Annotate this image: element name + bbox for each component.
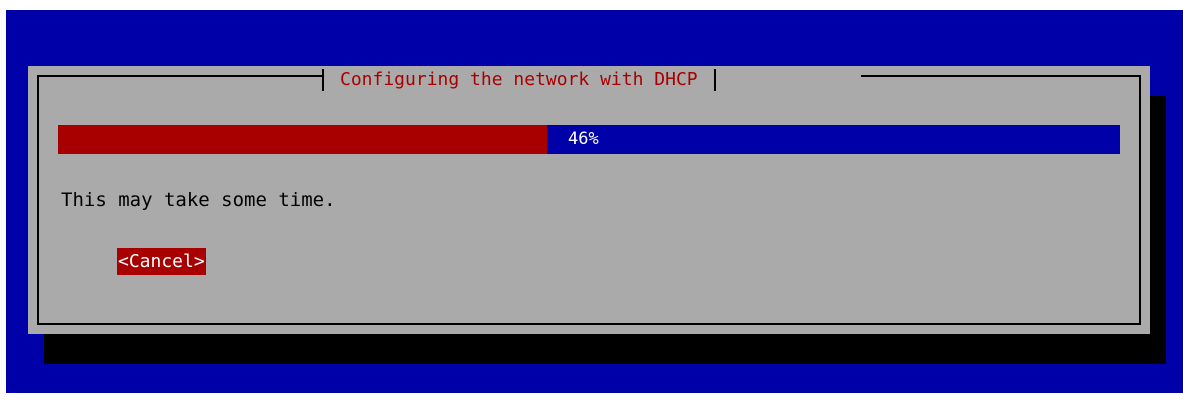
progress-bar-fill [58, 125, 547, 154]
dhcp-configuration-dialog: Configuring the network with DHCP 46% Th… [28, 66, 1150, 334]
cancel-button[interactable]: <Cancel> [117, 248, 206, 275]
status-message: This may take some time. [61, 189, 336, 211]
dialog-title-bar: Configuring the network with DHCP [322, 66, 716, 94]
title-right-tick [713, 69, 716, 91]
dialog-title: Configuring the network with DHCP [340, 69, 698, 90]
dialog-frame-top-left [37, 75, 324, 77]
dialog-frame-top-right [861, 75, 1141, 77]
progress-bar: 46% [58, 125, 1120, 154]
progress-percent-label: 46% [568, 129, 599, 149]
